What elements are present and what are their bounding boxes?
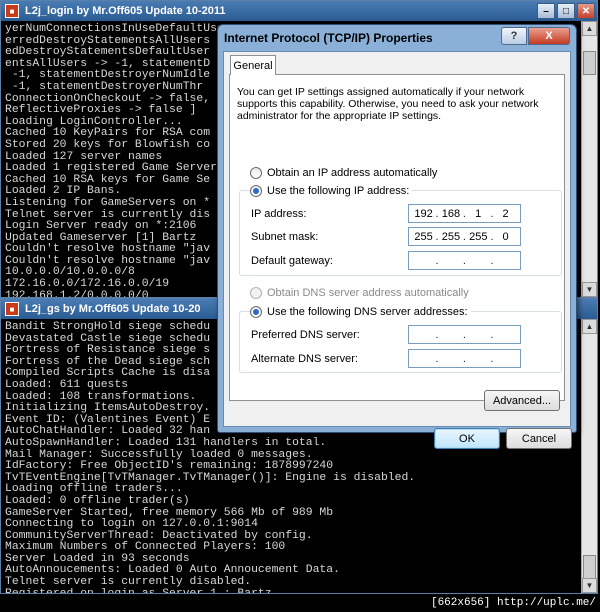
subnet-octet-3: 255 [469, 230, 488, 243]
subnet-octet-1: 255 [414, 230, 433, 243]
tab-general[interactable]: General [230, 55, 276, 75]
ip-auto-label: Obtain an IP address automatically [267, 167, 438, 179]
ok-button[interactable]: OK [434, 428, 500, 449]
ip-manual-label: Use the following IP address: [267, 185, 410, 197]
help-button[interactable]: ? [501, 27, 527, 45]
default-gateway-label: Default gateway: [251, 255, 333, 267]
preferred-dns-field[interactable]: ... [408, 325, 521, 344]
scroll-thumb[interactable] [583, 555, 596, 579]
scroll-up-arrow-icon[interactable]: ▲ [582, 319, 597, 334]
subnet-mask-field[interactable]: 255. 255. 255. 0 [408, 227, 521, 246]
console-app-icon: ■ [5, 302, 19, 316]
console-app-icon: ■ [5, 4, 19, 18]
ip-manual-radio-row[interactable]: Use the following IP address: [250, 185, 413, 197]
scroll-down-arrow-icon[interactable]: ▼ [582, 282, 597, 297]
tcpip-properties-dialog: Internet Protocol (TCP/IP) Properties ? … [217, 24, 577, 449]
login-console-titlebar[interactable]: ■ L2j_login by Mr.Off605 Update 10-2011 … [1, 1, 597, 21]
dns-manual-radio-row[interactable]: Use the following DNS server addresses: [250, 306, 471, 318]
advanced-button[interactable]: Advanced... [484, 390, 560, 411]
maximize-button[interactable]: □ [557, 3, 575, 19]
console-line: Telnet server is currently disabled. [5, 576, 252, 589]
console-line: Loaded: 0 offline trader(s) [5, 494, 190, 507]
dialog-close-button[interactable]: X [528, 27, 570, 45]
close-button[interactable]: ✕ [577, 3, 595, 19]
ip-octet-3: 1 [475, 207, 482, 220]
preferred-dns-label: Preferred DNS server: [251, 329, 360, 341]
console-line: Connecting to login on 127.0.0.1:9014 [5, 518, 258, 531]
ip-manual-radio[interactable] [250, 185, 262, 197]
dialog-client-area: General You can get IP settings assigned… [223, 51, 572, 449]
alternate-dns-field[interactable]: ... [408, 349, 521, 368]
subnet-octet-2: 255 [441, 230, 461, 243]
subnet-mask-label: Subnet mask: [251, 231, 319, 243]
cancel-button[interactable]: Cancel [506, 428, 572, 449]
dns-manual-label: Use the following DNS server addresses: [267, 306, 468, 318]
dns-auto-label: Obtain DNS server address automatically [267, 287, 469, 299]
ip-octet-1: 192 [414, 207, 433, 220]
ip-auto-radio-row[interactable]: Obtain an IP address automatically [250, 167, 437, 179]
alternate-dns-label: Alternate DNS server: [251, 353, 358, 365]
watermark-footer: [662x656] http://uplc.me/ [0, 594, 600, 612]
dns-manual-radio[interactable] [250, 306, 262, 318]
scroll-up-arrow-icon[interactable]: ▲ [582, 21, 597, 36]
gameserver-console-scrollbar[interactable]: ▲ ▼ [581, 319, 597, 593]
default-gateway-field[interactable]: . . . [408, 251, 521, 270]
minimize-button[interactable]: – [537, 3, 555, 19]
scroll-down-arrow-icon[interactable]: ▼ [582, 578, 597, 593]
ip-auto-radio[interactable] [250, 167, 262, 179]
ip-address-label: IP address: [251, 208, 307, 220]
intro-text: You can get IP settings assigned automat… [237, 86, 539, 122]
dns-auto-radio[interactable] [250, 287, 262, 299]
dns-auto-radio-row[interactable]: Obtain DNS server address automatically [250, 287, 469, 299]
login-console-scrollbar[interactable]: ▲ ▼ [581, 21, 597, 297]
subnet-octet-4: 0 [502, 230, 509, 243]
gameserver-console-title: L2j_gs by Mr.Off605 Update 10-20 [25, 303, 201, 315]
console-line: AutoSpawnHandler: Loaded 131 handlers in… [5, 436, 327, 449]
ip-address-field[interactable]: 192. 168. 1. 2 [408, 204, 521, 223]
console-line: IdFactory: Free ObjectID's remaining: 18… [5, 460, 334, 473]
ip-octet-4: 2 [502, 207, 509, 220]
scroll-thumb[interactable] [583, 51, 596, 75]
ip-octet-2: 168 [441, 207, 461, 220]
login-console-title: L2j_login by Mr.Off605 Update 10-2011 [25, 5, 226, 17]
